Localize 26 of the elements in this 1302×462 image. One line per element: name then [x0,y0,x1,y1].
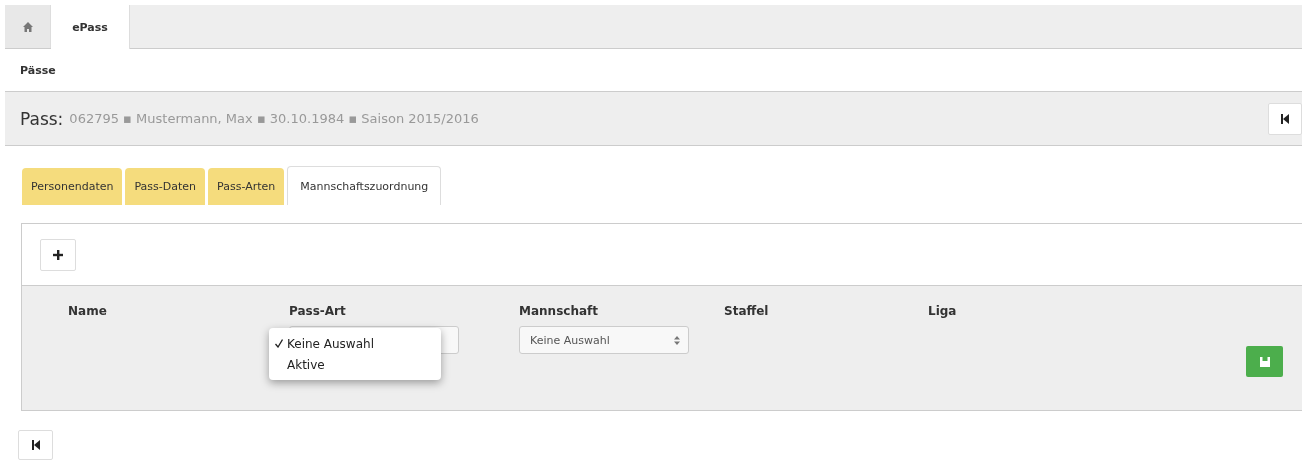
header-label: Pass: [20,108,64,129]
nav-tab[interactable]: ePass [51,5,130,49]
save-button[interactable] [1246,346,1283,377]
updown-icon [674,335,680,345]
tab[interactable]: Pass-Daten [125,168,206,205]
dropdown-option[interactable]: Keine Auswahl [287,336,374,351]
header-details: 062795 ▪ Mustermann, Max ▪ 30.10.1984 ▪ Saison 2015/2016 [69,111,479,126]
plus-icon [53,249,63,260]
add-button[interactable] [40,238,76,271]
tab[interactable]: Personendaten [22,168,123,205]
column-header: Liga [928,304,958,320]
skip-start-icon [31,440,40,450]
dropdown-option[interactable]: Aktive [287,357,325,372]
column-header: Staffel [724,304,770,320]
mannschaft-select[interactable]: Keine Auswahl [519,326,689,354]
skip-start-icon [1281,113,1289,124]
breadcrumb: Pässe [20,64,57,79]
column-header: Pass-Art [289,304,347,320]
home-icon [21,20,34,33]
tab[interactable]: Pass-Arten [208,168,285,205]
home-tab[interactable] [5,5,51,48]
column-header: Mannschaft [519,304,599,320]
column-header: Name [68,304,108,320]
tab[interactable]: Mannschaftszuordnung [287,166,442,205]
first-page-button[interactable] [1268,102,1302,135]
first-page-button[interactable] [18,430,53,460]
